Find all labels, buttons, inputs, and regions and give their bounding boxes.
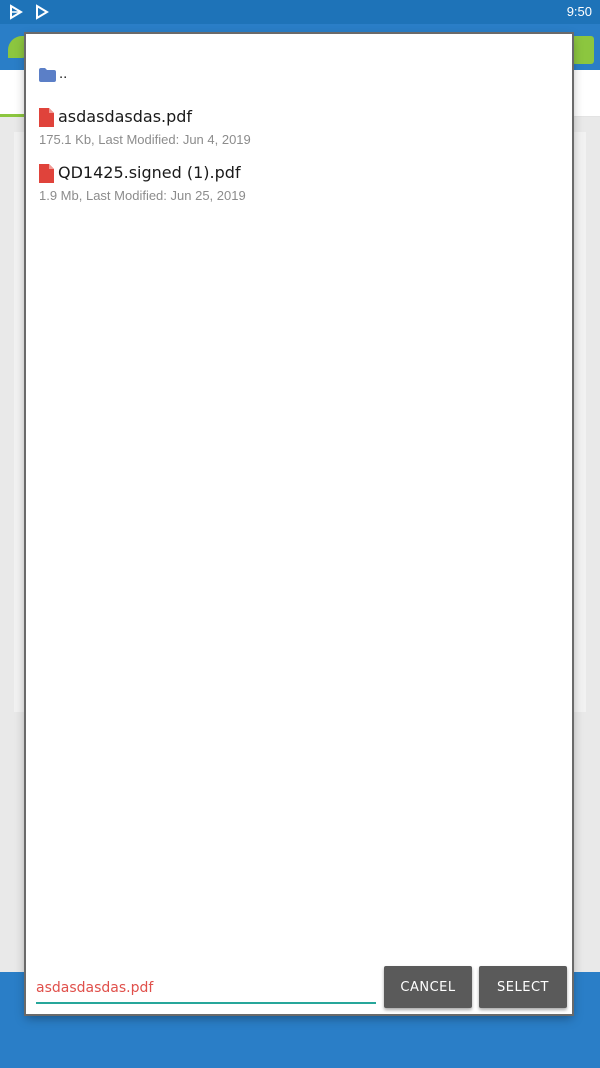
filename-input[interactable]: [36, 974, 376, 1004]
status-time: 9:50: [566, 4, 592, 19]
app-action-icon: [572, 36, 594, 64]
file-name: asdasdasdas.pdf: [58, 107, 193, 126]
folder-icon: [39, 67, 56, 82]
file-item[interactable]: asdasdasdas.pdf 175.1 Kb, Last Modified:…: [39, 106, 559, 156]
pdf-icon: [39, 107, 54, 127]
file-name: QD1425.signed (1).pdf: [58, 163, 241, 182]
play-store-icon: [8, 4, 24, 20]
cancel-button[interactable]: CANCEL: [384, 966, 472, 1008]
play-icon: [34, 4, 50, 20]
file-item[interactable]: QD1425.signed (1).pdf 1.9 Mb, Last Modif…: [39, 162, 559, 212]
file-picker-dialog: .. asdasdasdas.pdf 175.1 Kb, Last Modifi…: [26, 34, 572, 1014]
screen: 9:50 .. asdasdasdas.pdf 175.1 Kb, Last M…: [0, 0, 600, 1068]
file-meta: 175.1 Kb, Last Modified: Jun 4, 2019: [39, 132, 251, 147]
status-bar: 9:50: [0, 0, 600, 24]
select-button[interactable]: SELECT: [479, 966, 567, 1008]
parent-directory-label: ..: [59, 65, 68, 82]
pdf-icon: [39, 163, 54, 183]
file-meta: 1.9 Mb, Last Modified: Jun 25, 2019: [39, 188, 246, 203]
parent-directory-item[interactable]: ..: [39, 62, 67, 86]
app-tab-indicator: [0, 114, 28, 117]
